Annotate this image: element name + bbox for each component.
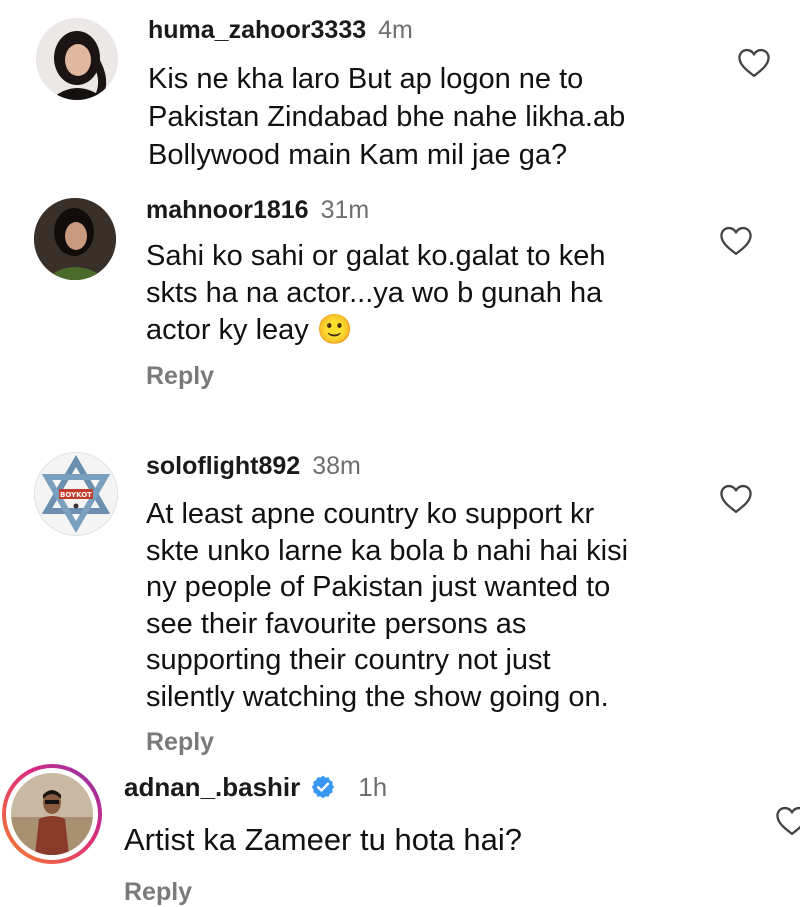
- comment-line: ny people of Pakistan just wanted to: [146, 571, 611, 603]
- comment-item: adnan_.bashir 1h Artist ka Zameer tu hot…: [0, 760, 800, 906]
- comment-line: skts ha na actor...ya wo b gunah ha: [146, 277, 603, 309]
- username[interactable]: mahnoor1816: [146, 196, 309, 225]
- timestamp: 31m: [320, 196, 370, 224]
- comment-line: Kis ne kha laro But ap logon ne to: [148, 63, 584, 95]
- like-heart-icon[interactable]: [774, 804, 800, 841]
- avatar[interactable]: [36, 18, 118, 100]
- comment-header: huma_zahoor3333 4m: [148, 16, 413, 45]
- avatar-image: [36, 18, 118, 100]
- comment-text: Artist ka Zameer tu hota hai?: [124, 820, 522, 860]
- comment-text: Sahi ko sahi or galat ko.galat to keh sk…: [146, 238, 605, 349]
- smile-emoji: 🙂: [316, 314, 353, 346]
- star-of-david-icon: BOYKOT: [35, 453, 117, 535]
- username[interactable]: huma_zahoor3333: [148, 16, 366, 45]
- avatar-image: [11, 773, 93, 855]
- comment-line: Bollywood main Kam mil jae ga?: [148, 139, 568, 171]
- comment-text: Kis ne kha laro But ap logon ne to Pakis…: [148, 60, 625, 174]
- verified-badge-icon: [310, 774, 336, 807]
- comment-line: actor ky leay 🙂: [146, 314, 353, 346]
- comment-item: BOYKOT soloflight892 38m At least apne c…: [0, 440, 800, 760]
- username[interactable]: adnan_.bashir: [124, 772, 300, 803]
- comment-header: adnan_.bashir 1h: [124, 770, 387, 803]
- comment-item: mahnoor1816 31m Sahi ko sahi or galat ko…: [0, 190, 800, 440]
- comment-line: see their favourite persons as: [146, 607, 527, 640]
- like-heart-icon[interactable]: [718, 224, 754, 261]
- comment-line: supporting their country not just: [146, 644, 551, 676]
- avatar: [11, 773, 93, 855]
- timestamp: 4m: [378, 16, 413, 44]
- avatar-story-ring[interactable]: [2, 764, 102, 864]
- comment-line: skte unko larne ka bola b nahi hai kisi: [146, 534, 629, 567]
- comment-item: huma_zahoor3333 4m Kis ne kha laro But a…: [0, 0, 800, 190]
- timestamp: 38m: [312, 452, 361, 480]
- comment-line: At least apne country ko support kr: [146, 498, 595, 530]
- comment-text: At least apne country ko support kr skte…: [146, 496, 628, 715]
- comment-line: silently watching the show going on.: [146, 680, 609, 713]
- username[interactable]: soloflight892: [146, 452, 300, 481]
- comment-line: Pakistan Zindabad bhe nahe likha.ab: [148, 101, 626, 133]
- reply-button[interactable]: Reply: [124, 878, 192, 907]
- comment-line: Sahi ko sahi or galat ko.galat to keh: [146, 240, 606, 272]
- like-heart-icon[interactable]: [718, 482, 754, 519]
- avatar[interactable]: BOYKOT: [34, 452, 118, 536]
- avatar-image: [34, 198, 116, 280]
- reply-button[interactable]: Reply: [146, 362, 214, 391]
- svg-text:BOYKOT: BOYKOT: [60, 491, 92, 499]
- timestamp: 1h: [358, 772, 388, 802]
- comment-header: soloflight892 38m: [146, 452, 361, 481]
- like-heart-icon[interactable]: [736, 46, 772, 83]
- avatar[interactable]: [34, 198, 116, 280]
- comment-line: Artist ka Zameer tu hota hai?: [124, 822, 523, 857]
- reply-button[interactable]: Reply: [146, 728, 214, 757]
- comment-header: mahnoor1816 31m: [146, 196, 369, 225]
